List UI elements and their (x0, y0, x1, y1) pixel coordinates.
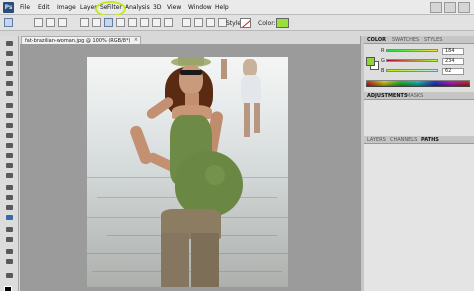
layers-panel-tabs: LAYERS CHANNELS PATHS (364, 136, 474, 144)
paths-panel (364, 144, 474, 291)
color-panel-tabs: COLOR SWATCHES STYLES (364, 36, 474, 44)
tab-paths[interactable]: PATHS (421, 137, 439, 143)
menu-view[interactable]: View (167, 4, 181, 11)
default-colors-icon[interactable] (4, 272, 15, 279)
tab-color[interactable]: COLOR (367, 37, 386, 43)
pen-tool-button[interactable] (80, 18, 89, 27)
history-brush-tool-icon[interactable] (4, 132, 15, 139)
hand-tool-icon[interactable] (4, 248, 15, 255)
combine-add-button[interactable] (182, 18, 191, 27)
tool-preset-button[interactable] (4, 18, 13, 27)
menu-window[interactable]: Window (188, 4, 212, 11)
clone-stamp-tool-icon[interactable] (4, 122, 15, 129)
brush-tool-icon[interactable] (4, 112, 15, 119)
combine-subtract-button[interactable] (194, 18, 203, 27)
custom-shape-button[interactable] (164, 18, 173, 27)
minimize-button[interactable] (430, 2, 442, 13)
red-slider[interactable] (386, 49, 438, 52)
adjustments-panel (364, 100, 474, 136)
menu-bar: Ps File Edit Image Layer Select Filter A… (0, 0, 474, 17)
adjustments-panel-tabs: ADJUSTMENTS MASKS (364, 92, 474, 100)
zoom-tool-icon[interactable] (4, 258, 15, 265)
shape-layers-button[interactable] (34, 18, 43, 27)
red-value-field[interactable]: 184 (442, 48, 464, 55)
green-value-field[interactable]: 234 (442, 58, 464, 65)
3d-orbit-tool-icon[interactable] (4, 236, 15, 243)
menu-file[interactable]: File (20, 4, 30, 11)
eyedropper-tool-icon[interactable] (4, 90, 15, 97)
healing-brush-tool-icon[interactable] (4, 102, 15, 109)
type-tool-icon[interactable] (4, 194, 15, 201)
polygon-shape-button[interactable] (140, 18, 149, 27)
tab-channels[interactable]: CHANNELS (390, 137, 417, 143)
eraser-tool-icon[interactable] (4, 142, 15, 149)
close-window-button[interactable] (458, 2, 470, 13)
style-picker[interactable] (240, 18, 251, 28)
crop-tool-icon[interactable] (4, 80, 15, 87)
menu-image[interactable]: Image (57, 4, 76, 11)
menu-analysis[interactable]: Analysis (125, 4, 152, 11)
paths-button[interactable] (46, 18, 55, 27)
path-selection-tool-icon[interactable] (4, 204, 15, 211)
slider-label-g: G (381, 58, 385, 64)
blue-value-field[interactable]: 62 (442, 68, 464, 75)
maximize-button[interactable] (444, 2, 456, 13)
document-tab[interactable]: fat-brazilian-woman.jpg @ 100% (RGB/8*) … (21, 36, 141, 44)
ellipse-shape-button[interactable] (128, 18, 137, 27)
dodge-tool-icon[interactable] (4, 172, 15, 179)
lasso-tool-icon[interactable] (4, 60, 15, 67)
fill-pixels-button[interactable] (58, 18, 67, 27)
right-panels: COLOR SWATCHES STYLES R 184 G 234 B 62 A… (364, 36, 474, 291)
blue-slider[interactable] (386, 69, 438, 72)
rounded-rect-button[interactable] (116, 18, 125, 27)
foreground-color-swatch[interactable] (4, 286, 12, 291)
close-icon[interactable]: × (134, 37, 138, 43)
menu-help[interactable]: Help (215, 4, 229, 11)
pen-tool-icon[interactable] (4, 184, 15, 191)
color-swatch[interactable] (276, 18, 289, 28)
foreground-color-chip[interactable] (366, 57, 375, 66)
tab-adjustments[interactable]: ADJUSTMENTS (367, 93, 408, 99)
shape-tool-icon[interactable] (4, 214, 15, 221)
slider-label-b: B (381, 68, 385, 74)
tab-masks[interactable]: MASKS (406, 93, 423, 99)
document-image[interactable] (87, 57, 288, 287)
color-label: Color: (258, 20, 276, 27)
tab-styles[interactable]: STYLES (424, 37, 442, 43)
document-tab-title: fat-brazilian-woman.jpg @ 100% (RGB/8*) (25, 38, 131, 44)
slider-label-r: R (381, 48, 385, 54)
tab-layers[interactable]: LAYERS (367, 137, 386, 143)
photoshop-logo-icon: Ps (3, 2, 14, 13)
green-slider[interactable] (386, 59, 438, 62)
freeform-pen-button[interactable] (92, 18, 101, 27)
marquee-tool-icon[interactable] (4, 50, 15, 57)
blur-tool-icon[interactable] (4, 162, 15, 169)
move-tool-icon[interactable] (4, 40, 15, 47)
line-shape-button[interactable] (152, 18, 161, 27)
rectangle-shape-button[interactable] (104, 18, 113, 27)
3d-rotate-tool-icon[interactable] (4, 226, 15, 233)
tools-panel (0, 36, 19, 291)
combine-intersect-button[interactable] (206, 18, 215, 27)
tab-swatches[interactable]: SWATCHES (392, 37, 419, 43)
gradient-tool-icon[interactable] (4, 152, 15, 159)
color-panel: R 184 G 234 B 62 (364, 44, 474, 92)
quick-select-tool-icon[interactable] (4, 70, 15, 77)
options-bar: Style: Color: (0, 15, 474, 31)
menu-edit[interactable]: Edit (38, 4, 50, 11)
window-controls (430, 2, 472, 13)
menu-3d[interactable]: 3D (153, 4, 161, 11)
